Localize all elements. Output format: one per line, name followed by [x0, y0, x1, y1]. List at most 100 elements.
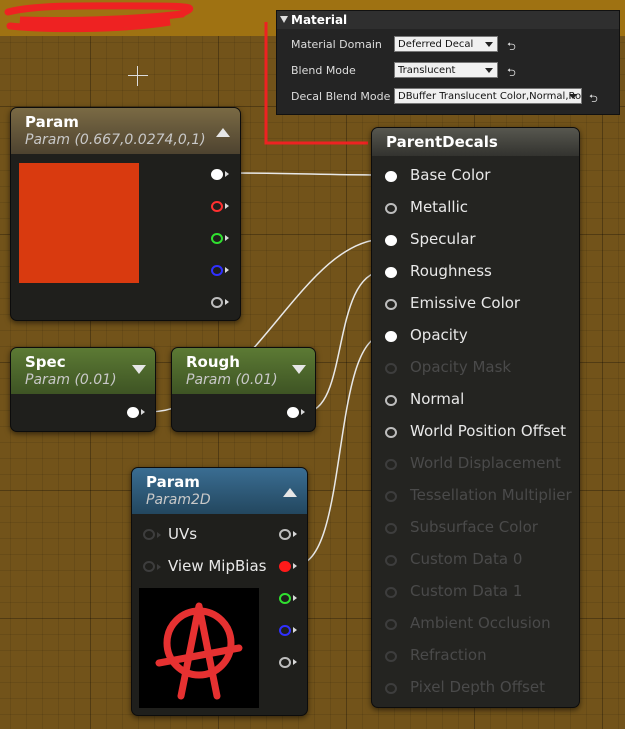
- rough-node[interactable]: Rough Param (0.01): [171, 347, 316, 432]
- output-pin[interactable]: [287, 407, 299, 418]
- output-pin[interactable]: [127, 407, 139, 418]
- pin-arrow-icon: [157, 564, 161, 570]
- input-label: Refraction: [410, 646, 487, 664]
- input-pin[interactable]: [385, 427, 397, 438]
- blend-mode-label: Blend Mode: [291, 64, 356, 77]
- spec-node[interactable]: Spec Param (0.01): [10, 347, 156, 432]
- output-pin-g[interactable]: [211, 233, 223, 244]
- pin-arrow-icon: [301, 409, 305, 415]
- input-pin[interactable]: [385, 171, 397, 182]
- pin-arrow-icon: [293, 531, 297, 537]
- input-pin: [385, 651, 397, 662]
- input-pin: [385, 523, 397, 534]
- input-label: Opacity: [410, 326, 468, 344]
- material-section-header[interactable]: Material: [277, 11, 619, 29]
- reset-arrow-icon[interactable]: ⮌: [589, 90, 598, 109]
- collapse-arrow-icon[interactable]: [132, 365, 146, 374]
- node-title: Param: [25, 113, 79, 131]
- input-label: Custom Data 1: [410, 582, 523, 600]
- texture-preview: [139, 588, 259, 708]
- crosshair-cursor-icon: [128, 66, 148, 86]
- node-title: ParentDecals: [386, 133, 498, 151]
- input-pin[interactable]: [385, 331, 397, 342]
- output-pin-a[interactable]: [211, 297, 223, 308]
- dropdown-caret-icon: [569, 94, 577, 99]
- input-pin: [385, 587, 397, 598]
- collapse-arrow-icon[interactable]: [216, 128, 230, 137]
- output-pin-a[interactable]: [279, 657, 291, 668]
- input-pin: [385, 491, 397, 502]
- decal-blend-mode-dropdown[interactable]: DBuffer Translucent Color,Normal,Roughne…: [394, 88, 582, 104]
- dropdown-caret-icon: [485, 68, 493, 73]
- input-pin[interactable]: [385, 299, 397, 310]
- pin-arrow-icon: [293, 627, 297, 633]
- material-domain-dropdown[interactable]: Deferred Decal: [394, 36, 498, 52]
- input-pin: [385, 683, 397, 694]
- node-subtitle: Param (0.667,0.0274,0,1): [25, 132, 206, 148]
- input-label: Ambient Occlusion: [410, 614, 551, 632]
- input-label: Subsurface Color: [410, 518, 538, 536]
- input-label: Metallic: [410, 198, 468, 216]
- input-label: Roughness: [410, 262, 492, 280]
- material-domain-label: Material Domain: [291, 38, 382, 51]
- param-texture-header[interactable]: Param Param2D: [132, 468, 307, 514]
- pin-arrow-icon: [293, 659, 297, 665]
- spec-header[interactable]: Spec Param (0.01): [11, 348, 155, 394]
- material-domain-row: Material Domain Deferred Decal ⮌: [277, 34, 619, 58]
- parent-decals-node[interactable]: ParentDecals Base Color Metallic Specula…: [371, 127, 580, 708]
- decal-blend-mode-value: DBuffer Translucent Color,Normal,Roughne…: [398, 91, 582, 102]
- pin-arrow-icon: [293, 563, 297, 569]
- anarchy-symbol-icon: [155, 602, 243, 700]
- input-label: Opacity Mask: [410, 358, 512, 376]
- uvs-input-pin[interactable]: [143, 529, 155, 540]
- blend-mode-row: Blend Mode Translucent ⮌: [277, 60, 619, 84]
- view-mipbias-input-pin[interactable]: [143, 561, 155, 572]
- material-details-panel: Material Material Domain Deferred Decal …: [276, 10, 620, 115]
- param-color-header[interactable]: Param Param (0.667,0.0274,0,1): [11, 108, 240, 154]
- input-pin[interactable]: [385, 267, 397, 278]
- view-mipbias-label: View MipBias: [168, 557, 267, 575]
- pin-arrow-icon: [225, 267, 229, 273]
- output-pin-b[interactable]: [279, 625, 291, 636]
- material-domain-value: Deferred Decal: [398, 39, 474, 50]
- output-pin-rgb[interactable]: [279, 529, 291, 540]
- pin-arrow-icon: [225, 171, 229, 177]
- reset-arrow-icon[interactable]: ⮌: [507, 64, 516, 83]
- output-pin-b[interactable]: [211, 265, 223, 276]
- input-label: Base Color: [410, 166, 491, 184]
- input-pin: [385, 619, 397, 630]
- material-section-title: Material: [291, 13, 348, 27]
- uvs-label: UVs: [168, 525, 198, 543]
- pin-arrow-icon: [225, 299, 229, 305]
- input-label: Custom Data 0: [410, 550, 523, 568]
- dropdown-caret-icon: [485, 42, 493, 47]
- output-pin-r[interactable]: [211, 201, 223, 212]
- color-preview-swatch: [19, 163, 139, 283]
- rough-header[interactable]: Rough Param (0.01): [172, 348, 315, 394]
- collapse-arrow-icon[interactable]: [283, 488, 297, 497]
- expand-triangle-icon: [280, 16, 288, 23]
- pin-arrow-icon: [141, 409, 145, 415]
- input-label: Specular: [410, 230, 476, 248]
- pin-arrow-icon: [225, 203, 229, 209]
- param-color-node[interactable]: Param Param (0.667,0.0274,0,1): [10, 107, 241, 321]
- param-texture-node[interactable]: Param Param2D UVs View MipBias: [131, 467, 308, 716]
- decal-blend-mode-label: Decal Blend Mode: [291, 90, 391, 103]
- input-pin: [385, 363, 397, 374]
- input-pin[interactable]: [385, 203, 397, 214]
- pin-arrow-icon: [157, 532, 161, 538]
- blend-mode-value: Translucent: [398, 65, 456, 76]
- input-pin: [385, 555, 397, 566]
- input-pin: [385, 459, 397, 470]
- collapse-arrow-icon[interactable]: [292, 365, 306, 374]
- output-pin-r[interactable]: [279, 561, 291, 572]
- input-pin[interactable]: [385, 395, 397, 406]
- blend-mode-dropdown[interactable]: Translucent: [394, 62, 498, 78]
- output-pin-rgb[interactable]: [211, 169, 223, 180]
- parent-decals-header[interactable]: ParentDecals: [372, 128, 579, 156]
- pin-arrow-icon: [293, 595, 297, 601]
- reset-arrow-icon[interactable]: ⮌: [507, 38, 516, 57]
- input-label: World Position Offset: [410, 422, 566, 440]
- output-pin-g[interactable]: [279, 593, 291, 604]
- input-pin[interactable]: [385, 235, 397, 246]
